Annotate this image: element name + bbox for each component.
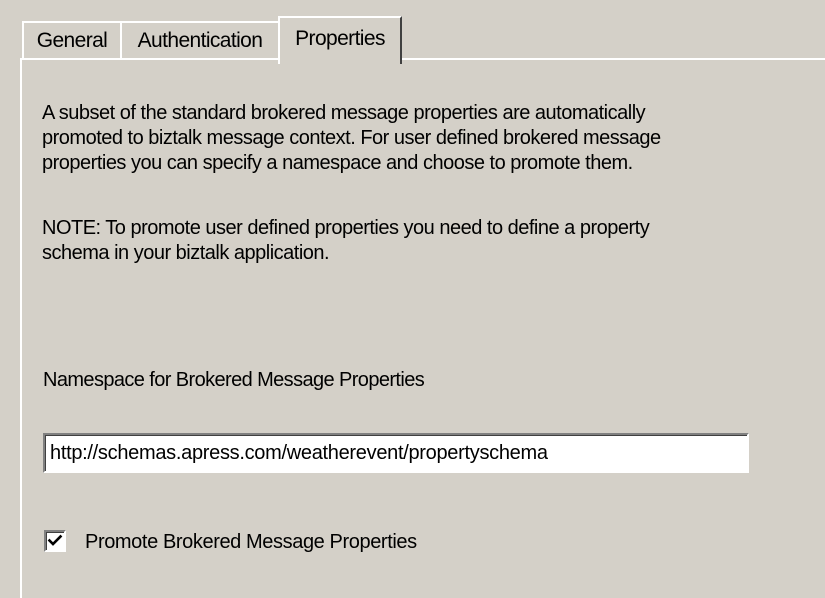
- namespace-label: Namespace for Brokered Message Propertie…: [43, 369, 425, 391]
- description-line: promoted to biztalk message context. For…: [42, 127, 661, 149]
- description-text: A subset of the standard brokered messag…: [42, 101, 661, 176]
- namespace-input[interactable]: [43, 433, 749, 473]
- promote-properties-checkbox[interactable]: [44, 530, 66, 552]
- tab-authentication-label: Authentication: [137, 29, 263, 52]
- properties-dialog: General Authentication Properties A subs…: [0, 0, 825, 598]
- note-line: schema in your biztalk application.: [42, 242, 330, 264]
- tab-authentication[interactable]: Authentication: [120, 21, 280, 59]
- note-text: NOTE: To promote user defined properties…: [42, 216, 650, 266]
- description-line: A subset of the standard brokered messag…: [42, 102, 646, 124]
- tab-general-label: General: [36, 29, 108, 52]
- tab-general[interactable]: General: [22, 21, 122, 59]
- promote-properties-label[interactable]: Promote Brokered Message Properties: [85, 530, 417, 555]
- tab-properties-label: Properties: [295, 27, 385, 50]
- checkmark-icon: [47, 534, 63, 546]
- description-line: properties you can specify a namespace a…: [42, 152, 633, 174]
- tab-properties[interactable]: Properties: [278, 16, 402, 64]
- note-line: NOTE: To promote user defined properties…: [42, 217, 650, 239]
